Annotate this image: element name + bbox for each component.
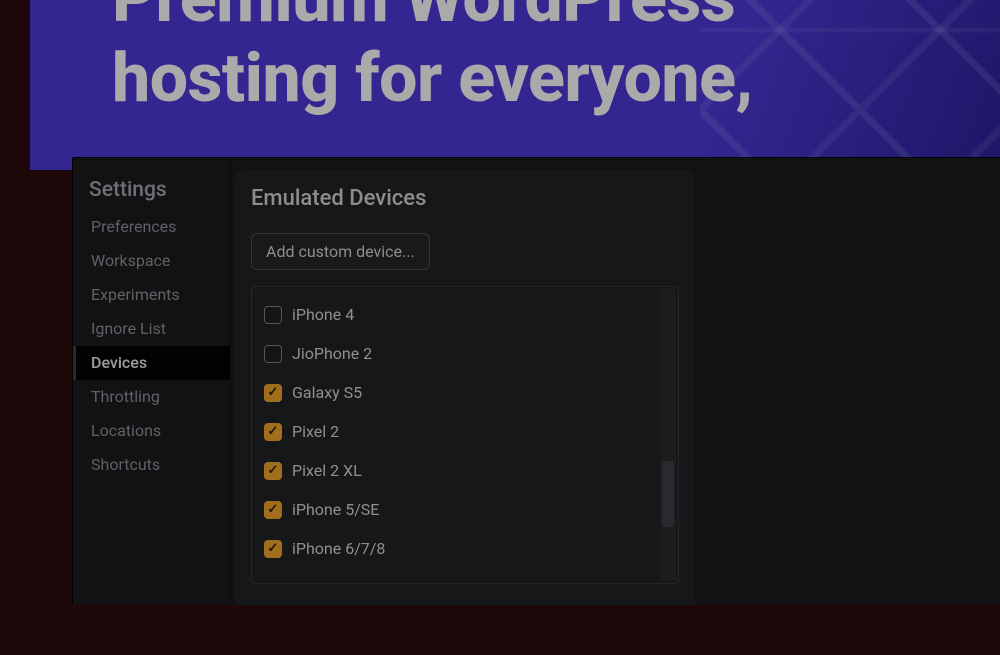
sidebar-item-workspace[interactable]: Workspace: [73, 244, 230, 278]
device-row[interactable]: ✓ iPhone 6/7/8: [262, 535, 668, 562]
sidebar-item-ignore-list[interactable]: Ignore List: [73, 312, 230, 346]
sidebar-item-locations[interactable]: Locations: [73, 414, 230, 448]
device-label: iPhone 4: [292, 305, 354, 324]
sidebar-item-experiments[interactable]: Experiments: [73, 278, 230, 312]
sidebar-item-label: Ignore List: [91, 319, 166, 338]
devtools-settings-panel: Settings Preferences Workspace Experiments…: [72, 157, 1000, 605]
sidebar-item-label: Throttling: [91, 387, 160, 406]
device-checkbox[interactable]: ✓: [264, 462, 282, 480]
hero-banner: Premium WordPress hosting for everyone,: [30, 0, 1000, 170]
device-label: iPhone 5/SE: [292, 500, 379, 519]
device-row[interactable]: ✓ Pixel 2: [262, 418, 668, 445]
sidebar-item-preferences[interactable]: Preferences: [73, 210, 230, 244]
settings-content: Emulated Devices Add custom device... iP…: [231, 158, 1000, 605]
hero-headline: Premium WordPress hosting for everyone,: [112, 0, 753, 118]
device-row[interactable]: iPhone 4: [262, 301, 668, 328]
sidebar-item-label: Preferences: [91, 217, 176, 236]
sidebar-item-label: Workspace: [91, 251, 170, 270]
check-icon: ✓: [268, 542, 279, 555]
device-label: JioPhone 2: [292, 344, 372, 363]
settings-heading: Settings: [73, 174, 230, 210]
sidebar-item-label: Experiments: [91, 285, 180, 304]
scrollbar-thumb[interactable]: [662, 461, 674, 527]
device-label: Galaxy S5: [292, 383, 362, 402]
device-checkbox[interactable]: ✓: [264, 423, 282, 441]
check-icon: ✓: [268, 464, 279, 477]
device-checkbox[interactable]: [264, 345, 282, 363]
check-icon: ✓: [268, 425, 279, 438]
sidebar-item-throttling[interactable]: Throttling: [73, 380, 230, 414]
sidebar-item-shortcuts[interactable]: Shortcuts: [73, 448, 230, 482]
sidebar-item-label: Shortcuts: [91, 455, 160, 474]
sidebar-item-label: Locations: [91, 421, 161, 440]
device-checkbox[interactable]: ✓: [264, 501, 282, 519]
device-label: iPhone 6/7/8: [292, 539, 385, 558]
sidebar-item-label: Devices: [91, 353, 147, 372]
scrollbar-track[interactable]: [660, 289, 676, 581]
device-row[interactable]: ✓ Galaxy S5: [262, 379, 668, 406]
device-row[interactable]: ✓ iPhone 5/SE: [262, 496, 668, 523]
device-label: Pixel 2: [292, 422, 339, 441]
device-row[interactable]: JioPhone 2: [262, 340, 668, 367]
device-row[interactable]: ✓ Pixel 2 XL: [262, 457, 668, 484]
device-checkbox[interactable]: [264, 306, 282, 324]
settings-sidebar: Settings Preferences Workspace Experiments…: [73, 158, 231, 605]
device-label: Pixel 2 XL: [292, 461, 362, 480]
add-custom-device-button[interactable]: Add custom device...: [251, 233, 430, 270]
device-checkbox[interactable]: ✓: [264, 540, 282, 558]
device-checkbox[interactable]: ✓: [264, 384, 282, 402]
sidebar-item-devices[interactable]: Devices: [73, 346, 230, 380]
emulated-devices-title: Emulated Devices: [251, 186, 679, 211]
check-icon: ✓: [268, 503, 279, 516]
check-icon: ✓: [268, 386, 279, 399]
device-list: iPhone 4 JioPhone 2 ✓ Galaxy S5 ✓ Pixel 2 ✓ Pix…: [251, 286, 679, 584]
emulated-devices-card: Emulated Devices Add custom device... iP…: [235, 170, 695, 605]
